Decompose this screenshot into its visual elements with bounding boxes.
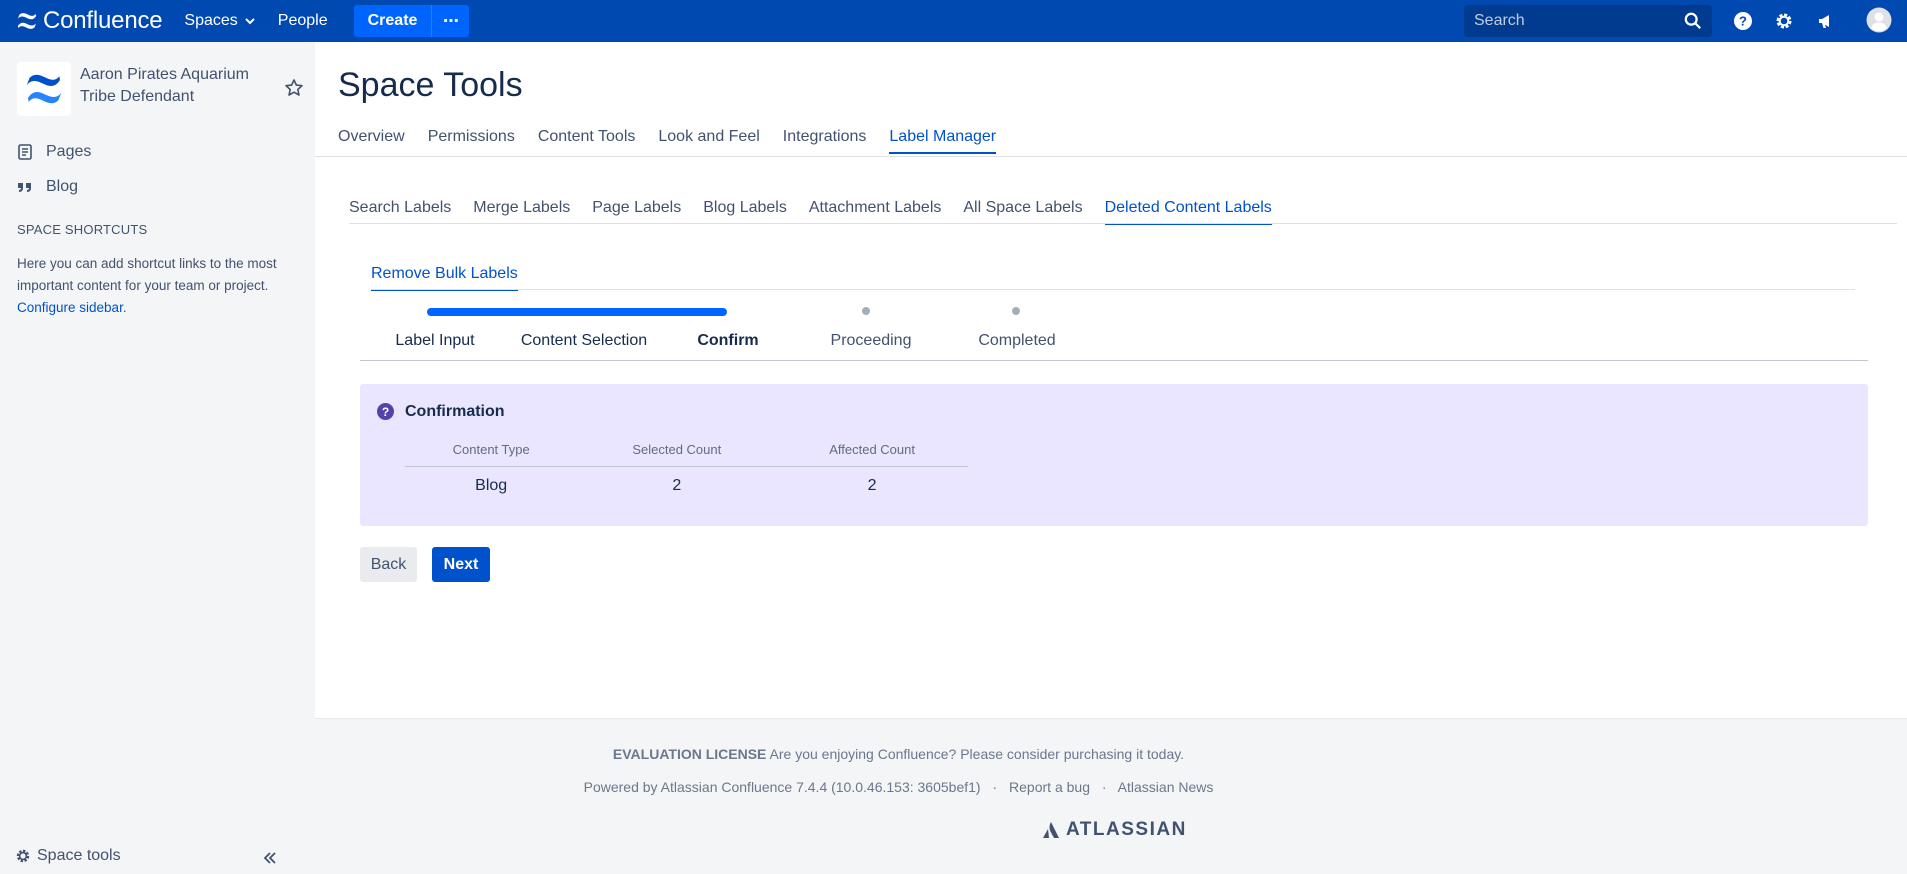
license-label: EVALUATION LICENSE [612,746,767,762]
brand-name: Confluence [43,7,163,34]
subtab-deleted-content-labels[interactable]: Deleted Content Labels [1104,199,1272,225]
confluence-logo[interactable]: Confluence [16,7,163,35]
tab-overview[interactable]: Overview [338,128,405,154]
footer: EVALUATION LICENSE Are you enjoying Conf… [315,718,1907,874]
svg-text:?: ? [1739,14,1747,29]
tab-remove-bulk-labels[interactable]: Remove Bulk Labels [371,265,518,291]
sidebar-item-label: Pages [46,143,92,160]
subtab-merge-labels[interactable]: Merge Labels [473,199,570,225]
spaces-menu[interactable]: Spaces [184,12,255,30]
subtab-search-labels[interactable]: Search Labels [349,199,451,225]
sidebar: Aaron Pirates Aquarium Tribe Defendant P… [0,42,315,874]
configure-sidebar-link[interactable]: Configure sidebar [17,300,123,315]
search-icon[interactable] [1684,12,1702,30]
space-shortcuts-heading: SPACE SHORTCUTS [17,222,148,237]
sidebar-item-pages[interactable]: Pages [17,143,91,161]
step-label-input: Label Input [395,332,475,349]
svg-text:?: ? [382,405,389,419]
spaces-label: Spaces [184,12,238,29]
step-completed: Completed [978,332,1056,349]
footer-separator: · [1101,779,1107,795]
subtab-blog-labels[interactable]: Blog Labels [703,199,787,225]
help-icon[interactable]: ? [1732,10,1754,32]
tab-look-and-feel[interactable]: Look and Feel [658,128,759,154]
shortcuts-help-text: Here you can add shortcut links to the m… [17,256,277,293]
create-more-button[interactable]: ⋯ [431,5,470,37]
footer-links: Powered by Atlassian Confluence 7.4.4 (1… [315,779,1482,795]
collapse-sidebar-icon[interactable] [262,850,278,866]
label-manager-subtabs: Search Labels Merge Labels Page Labels B… [349,199,1294,225]
tabs-divider [315,156,1907,157]
question-circle-icon: ? [377,403,394,420]
step-dot-proceeding [862,307,870,315]
table-row: Blog 2 2 [405,466,968,506]
page-title: Space Tools [338,66,523,104]
user-avatar[interactable] [1866,7,1892,33]
atlassian-logo-text: ATLASSIAN [1066,819,1187,840]
main-content: Space Tools Overview Permissions Content… [315,42,1907,718]
column-content-type: Content Type [405,434,578,467]
table-header-row: Content Type Selected Count Affected Cou… [405,434,968,467]
search-input[interactable] [1464,12,1674,30]
step-proceeding: Proceeding [830,332,912,349]
confluence-space-logo-icon [26,74,62,104]
space-header: Aaron Pirates Aquarium Tribe Defendant [17,62,260,116]
cell-content-type: Blog [475,477,508,495]
space-name[interactable]: Aaron Pirates Aquarium Tribe Defendant [80,62,260,108]
steps-divider [360,360,1868,361]
settings-gear-icon[interactable] [1773,10,1795,32]
quote-icon [18,183,31,192]
license-notice: EVALUATION LICENSE Are you enjoying Conf… [315,746,1482,762]
atlassian-news-link[interactable]: Atlassian News [1118,779,1214,795]
section-divider [371,289,1855,290]
top-navigation-bar: Confluence Spaces People Create ⋯ ? [0,0,1907,42]
cell-selected-count: 2 [672,477,682,495]
step-content-selection: Content Selection [520,332,648,349]
people-label: People [277,12,328,29]
subtab-attachment-labels[interactable]: Attachment Labels [809,199,942,225]
tab-content-tools[interactable]: Content Tools [538,128,636,154]
gear-icon [16,849,30,863]
confirmation-panel: ? Confirmation Content Type Selected Cou… [360,384,1868,526]
progress-bar-completed [427,308,727,316]
step-confirm: Confirm [697,332,759,349]
space-tools-label: Space tools [37,847,121,864]
star-icon[interactable] [284,78,304,98]
create-button-group: Create ⋯ [353,5,470,37]
license-message: Are you enjoying Confluence? Please cons… [766,746,1185,762]
step-dot-completed [1012,307,1020,315]
space-shortcuts-description: Here you can add shortcut links to the m… [17,253,292,319]
people-link[interactable]: People [278,12,328,30]
page-icon [18,144,32,160]
subtab-page-labels[interactable]: Page Labels [592,199,681,225]
confirmation-table: Content Type Selected Count Affected Cou… [405,434,968,506]
column-affected-count: Affected Count [776,434,968,467]
atlassian-logo[interactable]: ATLASSIAN [1042,819,1187,841]
confirmation-title: Confirmation [405,403,505,420]
powered-by-link[interactable]: Powered by Atlassian Confluence 7.4.4 (1… [584,779,981,795]
space-tools-button[interactable]: Space tools [15,847,121,865]
cell-affected-count: 2 [867,477,877,495]
space-avatar[interactable] [17,62,71,116]
tab-permissions[interactable]: Permissions [428,128,515,154]
chevron-down-icon [245,18,255,25]
notifications-megaphone-icon[interactable] [1815,10,1837,32]
sidebar-item-label: Blog [46,178,79,195]
search-box [1464,5,1712,37]
tab-integrations[interactable]: Integrations [783,128,867,154]
shortcuts-period: . [122,300,127,315]
atlassian-triangle-icon [1043,822,1059,838]
tab-label-manager[interactable]: Label Manager [889,128,997,154]
back-button[interactable]: Back [360,547,417,582]
create-button[interactable]: Create [353,5,432,37]
subtab-all-space-labels[interactable]: All Space Labels [963,199,1082,225]
column-selected-count: Selected Count [577,434,777,467]
sidebar-item-blog[interactable]: Blog [17,178,78,196]
subtabs-divider [349,223,1897,224]
space-tools-tabs: Overview Permissions Content Tools Look … [338,128,1019,154]
report-bug-link[interactable]: Report a bug [1009,779,1090,795]
footer-separator: · [992,779,998,795]
confluence-logo-icon [17,13,37,29]
next-button[interactable]: Next [432,547,490,582]
